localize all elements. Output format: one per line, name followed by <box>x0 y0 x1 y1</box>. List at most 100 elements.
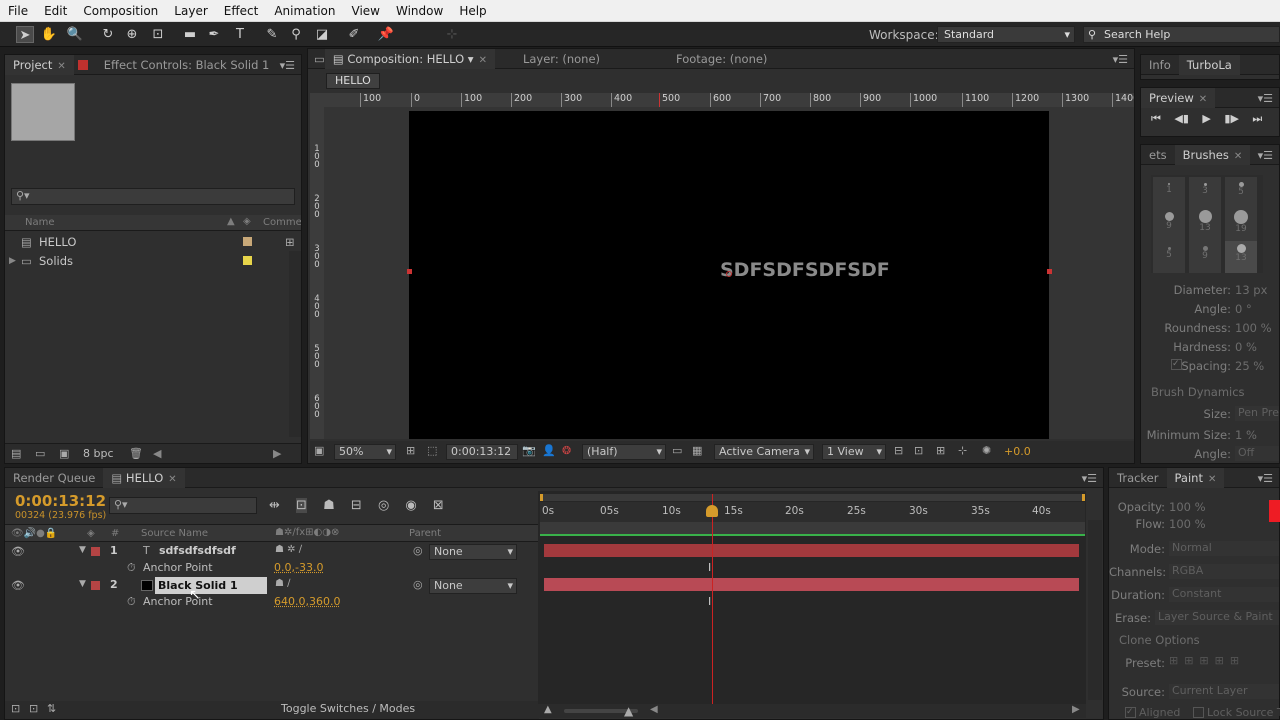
layer-switches-pane-icon[interactable]: ⊡ <box>11 702 20 715</box>
diameter-value[interactable]: 13 px <box>1235 283 1267 297</box>
layer-label-color[interactable] <box>91 581 100 590</box>
safe-zones-icon[interactable]: ⊞ <box>406 444 415 457</box>
brush-tip[interactable]: 13 <box>1189 209 1221 241</box>
color-channels-icon[interactable]: ❂ <box>562 444 571 457</box>
brush-tip[interactable]: 19 <box>1225 209 1257 241</box>
flowchart-icon[interactable]: ⊞ <box>285 233 295 251</box>
project-item-hello[interactable]: ▤ HELLO ⊞ <box>5 233 301 251</box>
tab-timeline-hello[interactable]: ▤ HELLO ✕ <box>103 467 185 488</box>
menu-view[interactable]: View <box>344 0 388 22</box>
scroll-right-icon[interactable]: ▶ <box>1072 704 1080 715</box>
menu-effect[interactable]: Effect <box>216 0 267 22</box>
layer-duration-bar-selected[interactable] <box>544 578 1079 591</box>
puppet-pin-tool-icon[interactable]: 📌 <box>377 26 395 43</box>
lock-icon[interactable]: ▭ <box>314 52 325 66</box>
last-frame-icon[interactable]: ⏭ <box>1252 112 1262 125</box>
menu-help[interactable]: Help <box>451 0 494 22</box>
layer-label-color[interactable] <box>91 547 100 556</box>
pen-tool-icon[interactable]: ✒ <box>205 26 223 43</box>
channels-dropdown[interactable]: RGBA <box>1169 564 1279 579</box>
parent-dropdown[interactable]: None ▾ <box>429 578 517 594</box>
previous-frame-icon[interactable]: ◀▮ <box>1174 112 1189 125</box>
flowchart-icon[interactable]: ⊹ <box>958 444 967 457</box>
angle-value[interactable]: 0 ° <box>1235 302 1252 316</box>
stopwatch-icon[interactable]: ⏱ <box>127 561 136 575</box>
mode-dropdown[interactable]: Normal <box>1169 541 1279 556</box>
transparency-grid-icon[interactable]: ▦ <box>692 444 702 457</box>
keyframe-navigator-icon[interactable]: I <box>708 595 711 608</box>
project-item-solids[interactable]: ▶ ▭ Solids <box>5 252 301 270</box>
snapshot-icon[interactable]: 📷 <box>522 444 536 457</box>
brainstorm-icon[interactable]: ◉ <box>405 498 416 513</box>
layer-handle-right[interactable] <box>1047 269 1052 274</box>
exposure-reset-icon[interactable]: ✺ <box>982 444 991 457</box>
frame-blending-icon[interactable]: ⊟ <box>351 498 362 513</box>
pickwhip-icon[interactable]: ◎ <box>413 578 423 591</box>
playhead-handle[interactable] <box>706 505 718 517</box>
hardness-value[interactable]: 0 % <box>1235 340 1257 354</box>
transfer-controls-icon[interactable]: ⊡ <box>29 702 38 715</box>
erase-dropdown[interactable]: Layer Source & Paint <box>1155 610 1279 625</box>
workspace-dropdown[interactable]: Standard ▾ <box>937 26 1075 43</box>
show-snapshot-icon[interactable]: 👤 <box>542 444 556 457</box>
panel-menu-icon[interactable]: ▾☰ <box>280 59 295 72</box>
type-tool-icon[interactable]: T <box>231 26 249 43</box>
brush-tip[interactable]: 9 <box>1153 209 1185 241</box>
panel-menu-icon[interactable]: ▾☰ <box>1258 149 1273 162</box>
parent-dropdown[interactable]: None ▾ <box>429 544 517 560</box>
tab-footage[interactable]: Footage: (none) <box>668 49 775 69</box>
eye-icon[interactable]: 👁 <box>11 545 25 558</box>
flow-value[interactable]: 100 % <box>1169 517 1206 531</box>
rotation-tool-icon[interactable]: ↻ <box>99 26 117 43</box>
timeline-icon[interactable]: ⊞ <box>936 444 945 457</box>
mask-visibility-icon[interactable]: ⬚ <box>427 444 437 457</box>
close-icon[interactable]: ✕ <box>1199 94 1207 105</box>
comp-canvas[interactable]: SDFSDFSDFSDF <box>409 111 1049 439</box>
zoom-in-icon[interactable]: ▲ <box>624 704 633 718</box>
tab-presets[interactable]: ets <box>1141 145 1175 165</box>
pickwhip-icon[interactable]: ◎ <box>413 544 423 557</box>
brush-tip[interactable]: 5 <box>1225 177 1257 209</box>
stopwatch-icon[interactable]: ⏱ <box>127 595 136 609</box>
lock-source-checkbox[interactable] <box>1193 707 1204 718</box>
tab-turbolayer[interactable]: TurboLa <box>1178 54 1240 75</box>
rectangle-tool-icon[interactable]: ▬ <box>181 26 199 43</box>
menu-edit[interactable]: Edit <box>36 0 75 22</box>
time-ruler[interactable] <box>540 502 1085 522</box>
anchor-point-value[interactable]: 0.0,-33.0 <box>274 561 323 574</box>
comp-viewer[interactable]: SDFSDFSDFSDF <box>324 107 1134 439</box>
draft-3d-icon[interactable]: ⊡ <box>296 498 307 513</box>
close-icon[interactable]: ✕ <box>1208 474 1216 485</box>
tab-info[interactable]: Info <box>1141 55 1179 75</box>
tab-paint[interactable]: Paint ✕ <box>1166 467 1225 488</box>
brush-tip[interactable]: 5 <box>1153 241 1185 273</box>
toggle-switches-modes-button[interactable]: Toggle Switches / Modes <box>281 702 415 715</box>
close-icon[interactable]: ✕ <box>1234 151 1242 162</box>
column-source-name[interactable]: Source Name <box>141 528 208 539</box>
tab-tracker[interactable]: Tracker <box>1109 468 1167 488</box>
layer-handle-left[interactable] <box>407 269 412 274</box>
project-scrollbar[interactable] <box>289 251 301 437</box>
layer-row[interactable]: 👁 ▼ 1 T sdfsdfsdfsdf ☗ ✲ ∕ ◎ None ▾ <box>5 543 539 561</box>
close-icon[interactable]: ✕ <box>479 55 487 66</box>
resolution-dropdown[interactable]: (Half) ▾ <box>582 444 666 460</box>
brush-tip-selected[interactable]: 13 <box>1225 241 1257 273</box>
tab-project[interactable]: Project ✕ <box>5 54 74 75</box>
comp-mini-flowchart-icon[interactable]: ⇹ <box>269 498 280 513</box>
min-size-value[interactable]: 1 % <box>1235 428 1257 442</box>
region-of-interest-icon[interactable]: ▭ <box>672 444 682 457</box>
column-comment[interactable]: Comment <box>263 217 301 228</box>
work-area-bar[interactable] <box>540 522 1085 536</box>
keyframe-navigator-icon[interactable]: I <box>708 561 711 574</box>
collapse-arrow-icon[interactable]: ▼ <box>79 579 86 589</box>
brush-tool-icon[interactable]: ✎ <box>263 26 281 43</box>
first-frame-icon[interactable]: ⏮ <box>1151 112 1161 125</box>
tab-composition[interactable]: ▤ Composition: HELLO ▾ ✕ <box>324 48 495 69</box>
label-color-swatch[interactable] <box>243 256 252 265</box>
source-dropdown[interactable]: Current Layer <box>1169 684 1279 699</box>
tab-brushes[interactable]: Brushes ✕ <box>1174 144 1251 165</box>
panel-menu-icon[interactable]: ▾☰ <box>1258 92 1273 105</box>
aligned-checkbox[interactable]: ✓ <box>1125 707 1136 718</box>
timeline-search-input[interactable]: ⚲▾ <box>109 497 257 514</box>
interpret-footage-icon[interactable]: ▤ <box>11 447 21 460</box>
